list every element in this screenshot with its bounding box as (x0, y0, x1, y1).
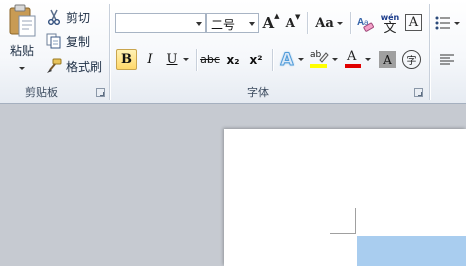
copy-icon (46, 33, 61, 49)
margin-corner-mark-horizontal (330, 233, 356, 234)
enclose-characters-icon: 字 (406, 56, 417, 67)
highlighter-icon: ab (310, 50, 329, 69)
text-effects-dropdown-arrow[interactable] (297, 58, 304, 61)
subscript-icon: x₂ (226, 52, 240, 67)
grow-caret-icon: ▲ (274, 12, 280, 20)
grow-font-icon: A (262, 14, 275, 32)
font-name-dropdown-arrow[interactable] (196, 22, 202, 26)
change-case-icon: Aa (315, 15, 334, 31)
enclose-characters-button[interactable]: 字 (402, 50, 421, 69)
font-subgroup-separator-2 (350, 12, 351, 34)
underline-button[interactable]: U (164, 49, 192, 70)
font-row2-separator-2 (272, 49, 273, 71)
underline-dropdown-arrow[interactable] (183, 58, 190, 61)
format-painter-icon (47, 58, 62, 73)
font-color-icon-text: A (347, 48, 357, 64)
paste-dropdown-arrow[interactable] (19, 67, 25, 70)
bullets-dropdown-arrow[interactable] (454, 21, 460, 25)
font-color-button[interactable]: A (343, 49, 373, 70)
clipboard-group-label: 剪贴板 (25, 86, 58, 99)
text-selection-highlight[interactable] (357, 236, 466, 266)
paste-label: 粘贴 (9, 44, 34, 58)
bullets-icon (435, 16, 450, 30)
format-painter-button[interactable]: 格式刷 (46, 57, 106, 75)
group-separator (109, 4, 110, 100)
shrink-caret-icon: ▼ (294, 13, 301, 21)
phonetic-bottom-text: 文 (383, 20, 397, 36)
bullets-button[interactable] (435, 13, 463, 33)
copy-button[interactable]: 复制 (46, 32, 96, 50)
format-painter-label: 格式刷 (66, 59, 103, 74)
change-case-dropdown-arrow[interactable] (336, 21, 343, 25)
highlight-color-bar (310, 63, 327, 68)
change-case-button[interactable]: Aa (315, 13, 343, 33)
bold-button[interactable]: B (116, 49, 137, 70)
superscript-icon: x² (249, 52, 263, 67)
group-separator-2 (429, 4, 430, 100)
font-color-icon: A (345, 48, 361, 69)
character-border-icon: A (408, 15, 419, 30)
clear-formatting-icon: A a (357, 17, 374, 32)
paste-icon (9, 4, 36, 37)
font-size-combobox[interactable]: 二号 (206, 13, 259, 33)
font-size-dropdown-arrow[interactable] (249, 22, 255, 26)
phonetic-guide-button[interactable]: wén 文 (379, 12, 401, 36)
ribbon: 粘贴 剪切 复制 格式刷 剪贴板 二号 A ▲ A ▼ Aa A a wén 文… (0, 0, 466, 104)
font-color-dropdown-arrow[interactable] (365, 58, 371, 61)
shrink-font-button[interactable]: A ▼ (284, 13, 302, 33)
text-effects-button[interactable]: A (278, 49, 306, 70)
character-shading-button[interactable]: A (379, 51, 396, 68)
grow-font-button[interactable]: A ▲ (262, 12, 280, 33)
font-subgroup-separator (307, 12, 308, 34)
clipboard-dialog-launcher[interactable] (96, 88, 105, 97)
paste-button[interactable]: 粘贴 (4, 4, 40, 74)
italic-icon: I (147, 52, 153, 67)
font-dialog-launcher[interactable] (414, 88, 423, 97)
scissors-icon (48, 9, 60, 25)
strikethrough-icon: abc (200, 53, 220, 66)
subscript-button[interactable]: x₂ (224, 49, 242, 70)
character-border-button[interactable]: A (405, 14, 422, 31)
align-left-icon (440, 54, 454, 65)
margin-corner-mark-vertical (355, 208, 356, 234)
copy-label: 复制 (66, 34, 91, 49)
font-row2-separator (196, 49, 197, 71)
underline-icon: U (166, 52, 178, 67)
align-left-button[interactable] (437, 50, 457, 70)
shrink-font-icon: A (285, 16, 295, 30)
character-shading-icon: A (383, 52, 392, 67)
superscript-button[interactable]: x² (247, 49, 265, 70)
highlight-dropdown-arrow[interactable] (332, 58, 338, 61)
strikethrough-button[interactable]: abc (199, 49, 221, 70)
highlight-button[interactable]: ab (309, 49, 339, 70)
bold-icon: B (121, 52, 132, 67)
font-size-value: 二号 (211, 18, 236, 32)
cut-label: 剪切 (66, 10, 91, 25)
font-name-combobox[interactable] (115, 13, 206, 33)
text-effects-icon: A (280, 49, 294, 70)
italic-button[interactable]: I (141, 49, 159, 70)
font-color-bar (345, 63, 361, 68)
font-group-label: 字体 (247, 86, 269, 99)
clear-formatting-button[interactable]: A a (355, 12, 375, 34)
highlighter-pen-icon (319, 51, 329, 63)
cut-button[interactable]: 剪切 (46, 8, 96, 26)
